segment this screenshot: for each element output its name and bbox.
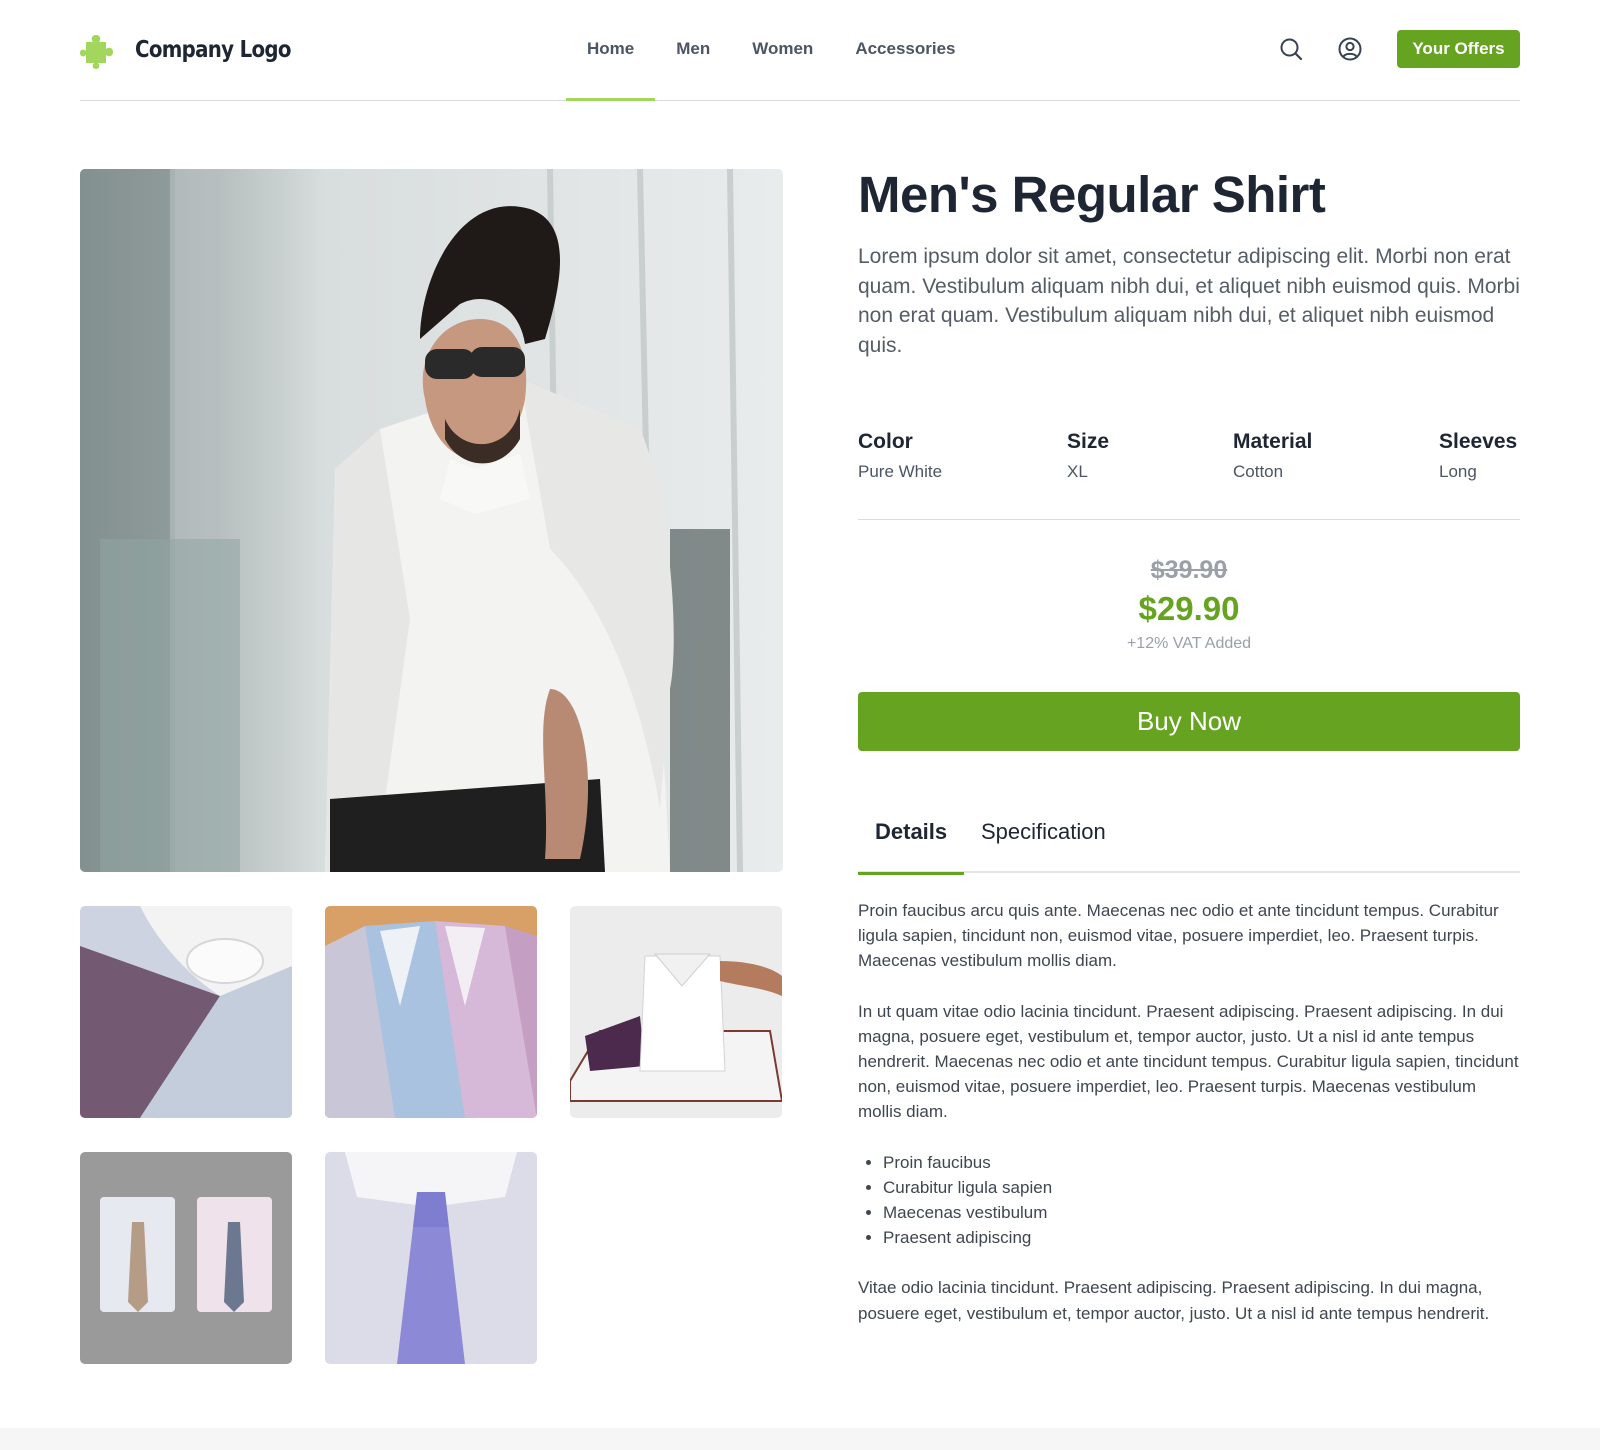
attribute-label: Size xyxy=(1067,430,1110,453)
nav-item-women[interactable]: Women xyxy=(731,0,834,100)
attribute-label: Material xyxy=(1233,430,1313,453)
site-header: Company Logo Home Men Women Accessories … xyxy=(80,0,1520,101)
vat-note: +12% VAT Added xyxy=(1126,635,1252,652)
page-footer-strip xyxy=(0,1428,1600,1450)
attribute-value: Pure White xyxy=(858,462,943,481)
your-offers-button[interactable]: Your Offers xyxy=(1397,30,1520,68)
user-circle-icon[interactable] xyxy=(1336,35,1364,63)
attribute-value: XL xyxy=(1067,462,1088,481)
list-item: Curabitur ligula sapien xyxy=(883,1175,1520,1200)
gallery-thumbnail-tie-closeup[interactable] xyxy=(325,1152,537,1364)
logo[interactable]: Company Logo xyxy=(80,30,316,70)
tab-details[interactable]: Details xyxy=(858,808,965,875)
attribute-label: Color xyxy=(858,430,913,453)
product-attributes: Color Pure White Size XL Material Cotton… xyxy=(858,427,1520,520)
attribute-color: Color Pure White xyxy=(858,427,942,484)
gallery-thumbnail-folded-shirts[interactable] xyxy=(80,906,292,1118)
nav-item-accessories[interactable]: Accessories xyxy=(834,0,976,100)
attribute-value: Cotton xyxy=(1233,462,1284,481)
details-bullet-list: Proin faucibus Curabitur ligula sapien M… xyxy=(883,1150,1520,1251)
list-item: Praesent adipiscing xyxy=(883,1225,1520,1250)
details-paragraph: In ut quam vitae odio lacinia tincidunt.… xyxy=(858,1001,1519,1122)
list-item: Proin faucibus xyxy=(883,1150,1520,1175)
gallery-thumbnail-shirts-with-ties[interactable] xyxy=(80,1152,292,1364)
nav-item-men[interactable]: Men xyxy=(655,0,731,100)
price-block: $39.90 $29.90 +12% VAT Added xyxy=(858,552,1520,655)
nav-item-home[interactable]: Home xyxy=(566,0,656,101)
tab-specification[interactable]: Specification xyxy=(981,808,1106,873)
list-item: Maecenas vestibulum xyxy=(883,1200,1520,1225)
attribute-value: Long xyxy=(1439,462,1477,481)
puzzle-piece-icon xyxy=(80,35,113,69)
details-paragraph: Vitae odio lacinia tincidunt. Praesent a… xyxy=(858,1278,1490,1323)
product-tabs: Details Specification xyxy=(858,808,1520,875)
main-nav: Home Men Women Accessories xyxy=(566,0,977,101)
main-product-image xyxy=(80,169,783,872)
buy-now-button[interactable]: Buy Now xyxy=(858,692,1520,751)
details-paragraph: Proin faucibus arcu quis ante. Maecenas … xyxy=(858,901,1499,971)
gallery-thumbnail-shirts-on-hangers[interactable] xyxy=(325,906,537,1118)
attribute-material: Material Cotton xyxy=(1233,427,1312,484)
attribute-sleeves: Sleeves Long xyxy=(1439,427,1517,484)
gallery-thumbnail-folded-white-shirt[interactable] xyxy=(570,906,782,1118)
details-content: Proin faucibus arcu quis ante. Maecenas … xyxy=(858,898,1520,1351)
product-info: Men's Regular Shirt Lorem ipsum dolor si… xyxy=(858,160,1520,360)
current-price: $29.90 xyxy=(1138,590,1240,627)
search-icon[interactable] xyxy=(1277,35,1305,63)
attribute-size: Size XL xyxy=(1067,427,1109,484)
old-price: $39.90 xyxy=(1150,556,1228,584)
logo-text: Company Logo xyxy=(135,37,291,63)
product-description: Lorem ipsum dolor sit amet, consectetur … xyxy=(858,245,1520,357)
product-title: Men's Regular Shirt xyxy=(858,166,1326,223)
attribute-label: Sleeves xyxy=(1439,430,1518,453)
